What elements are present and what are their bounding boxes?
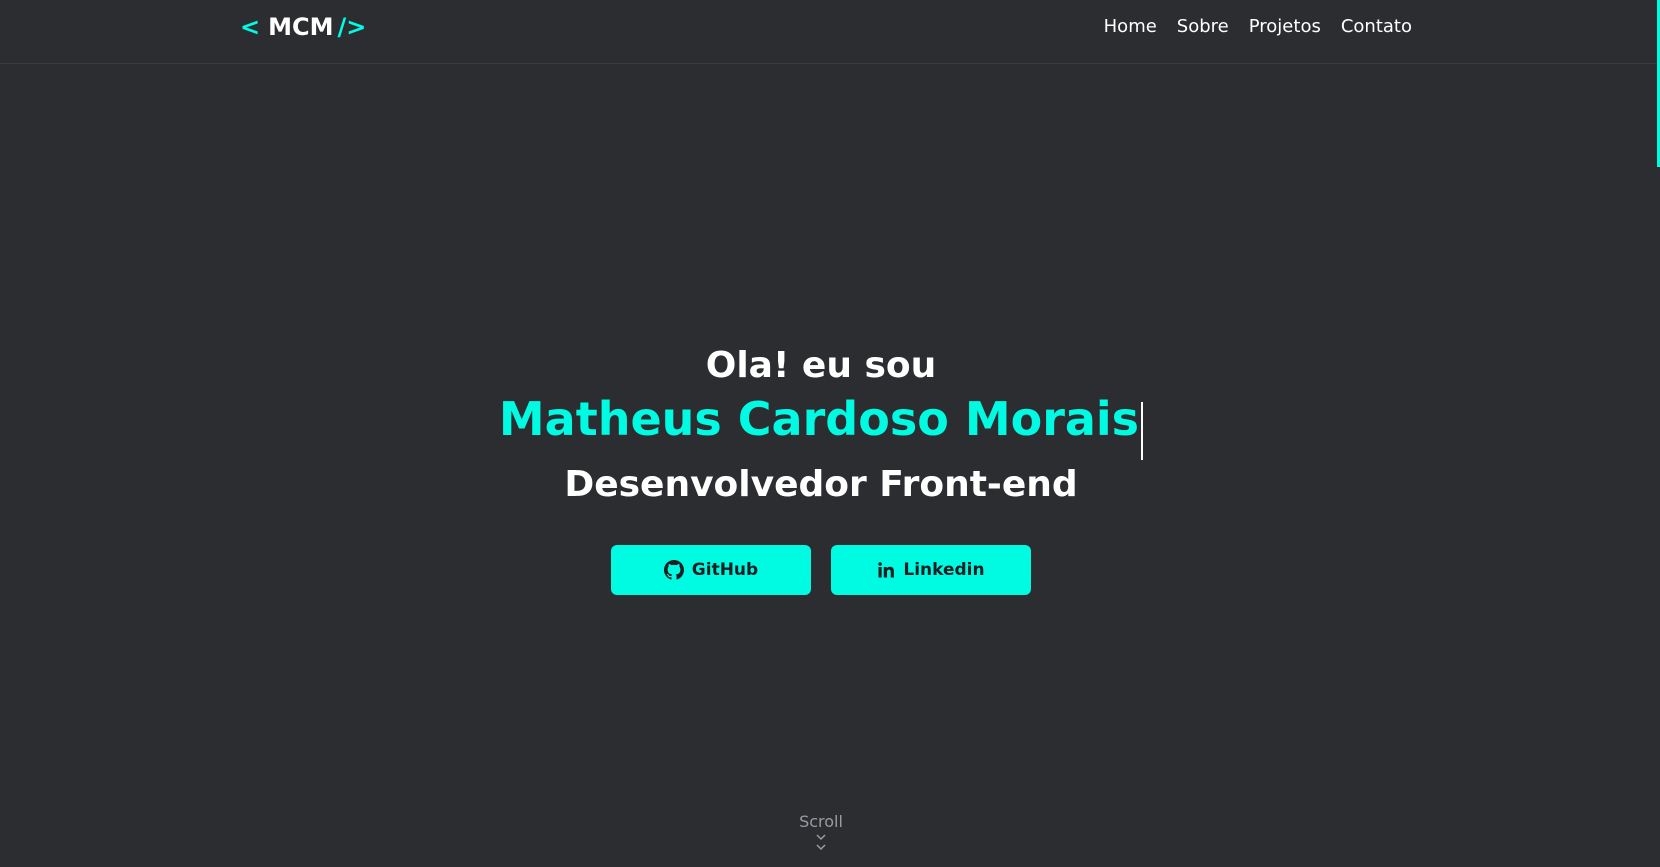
typing-cursor [1141, 401, 1144, 460]
social-buttons: GitHub Linkedin [611, 545, 1031, 595]
linkedin-icon [877, 561, 895, 579]
chevron-down-icon [816, 834, 826, 841]
hero-greeting: Ola! eu sou [705, 345, 937, 386]
nav-sobre[interactable]: Sobre [1177, 16, 1229, 37]
nav-home[interactable]: Home [1104, 16, 1157, 37]
hero-role: Desenvolvedor Front-end [564, 463, 1078, 505]
logo-close-bracket: /> [337, 13, 367, 41]
linkedin-label: Linkedin [903, 560, 985, 580]
hero: Ola! eu sou Matheus Cardoso Morais Desen… [0, 340, 1642, 510]
linkedin-button[interactable]: Linkedin [831, 545, 1031, 595]
hero-name-line: Matheus Cardoso Morais [0, 392, 1642, 460]
nav-contato[interactable]: Contato [1341, 16, 1412, 37]
page: < MCM/> Home Sobre Projetos Contato Ola! … [0, 0, 1660, 867]
github-button[interactable]: GitHub [611, 545, 811, 595]
main-nav: Home Sobre Projetos Contato [1104, 16, 1412, 37]
logo[interactable]: < MCM/> [240, 13, 366, 41]
chevron-down-icon-2 [816, 844, 826, 851]
scroll-hint[interactable]: Scroll [0, 812, 1642, 852]
nav-projetos[interactable]: Projetos [1249, 16, 1321, 37]
logo-open-bracket: < [240, 13, 261, 41]
header: < MCM/> Home Sobre Projetos Contato [0, 0, 1660, 64]
scroll-label: Scroll [799, 812, 843, 831]
logo-name: MCM [268, 13, 334, 41]
github-icon [663, 560, 684, 580]
github-label: GitHub [691, 560, 759, 580]
hero-name: Matheus Cardoso Morais [498, 392, 1140, 446]
